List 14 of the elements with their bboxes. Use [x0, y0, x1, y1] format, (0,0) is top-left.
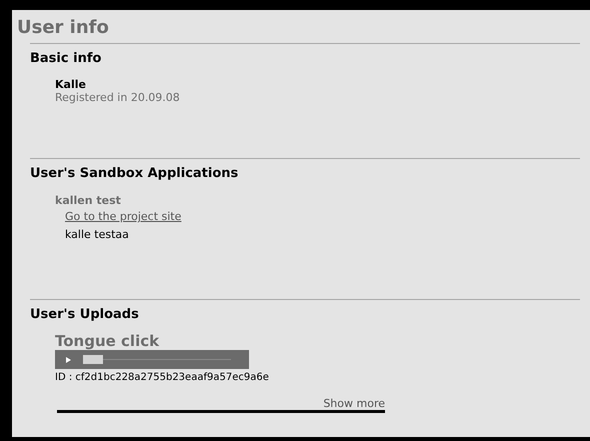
registration-date: Registered in 20.09.08	[55, 91, 181, 104]
section-heading: Basic info	[30, 50, 102, 68]
section-heading: User's Sandbox Applications	[30, 165, 240, 183]
upload-id: ID : cf2d1bc228a2755b23eaaf9a57ec9a6e	[55, 371, 270, 385]
upload-title: Tongue click	[55, 332, 160, 350]
show-more-link[interactable]: Show more	[323, 397, 385, 410]
page-title: User info	[17, 16, 110, 40]
section-heading: User's Uploads	[30, 306, 140, 324]
app-description: kalle testaa	[65, 227, 130, 243]
user-name: Kalle	[55, 78, 87, 91]
play-icon[interactable]	[66, 356, 71, 362]
slider-thumb[interactable]	[83, 355, 103, 364]
app-name: kallen test	[55, 193, 122, 208]
project-link[interactable]: Go to the project site	[65, 208, 182, 226]
